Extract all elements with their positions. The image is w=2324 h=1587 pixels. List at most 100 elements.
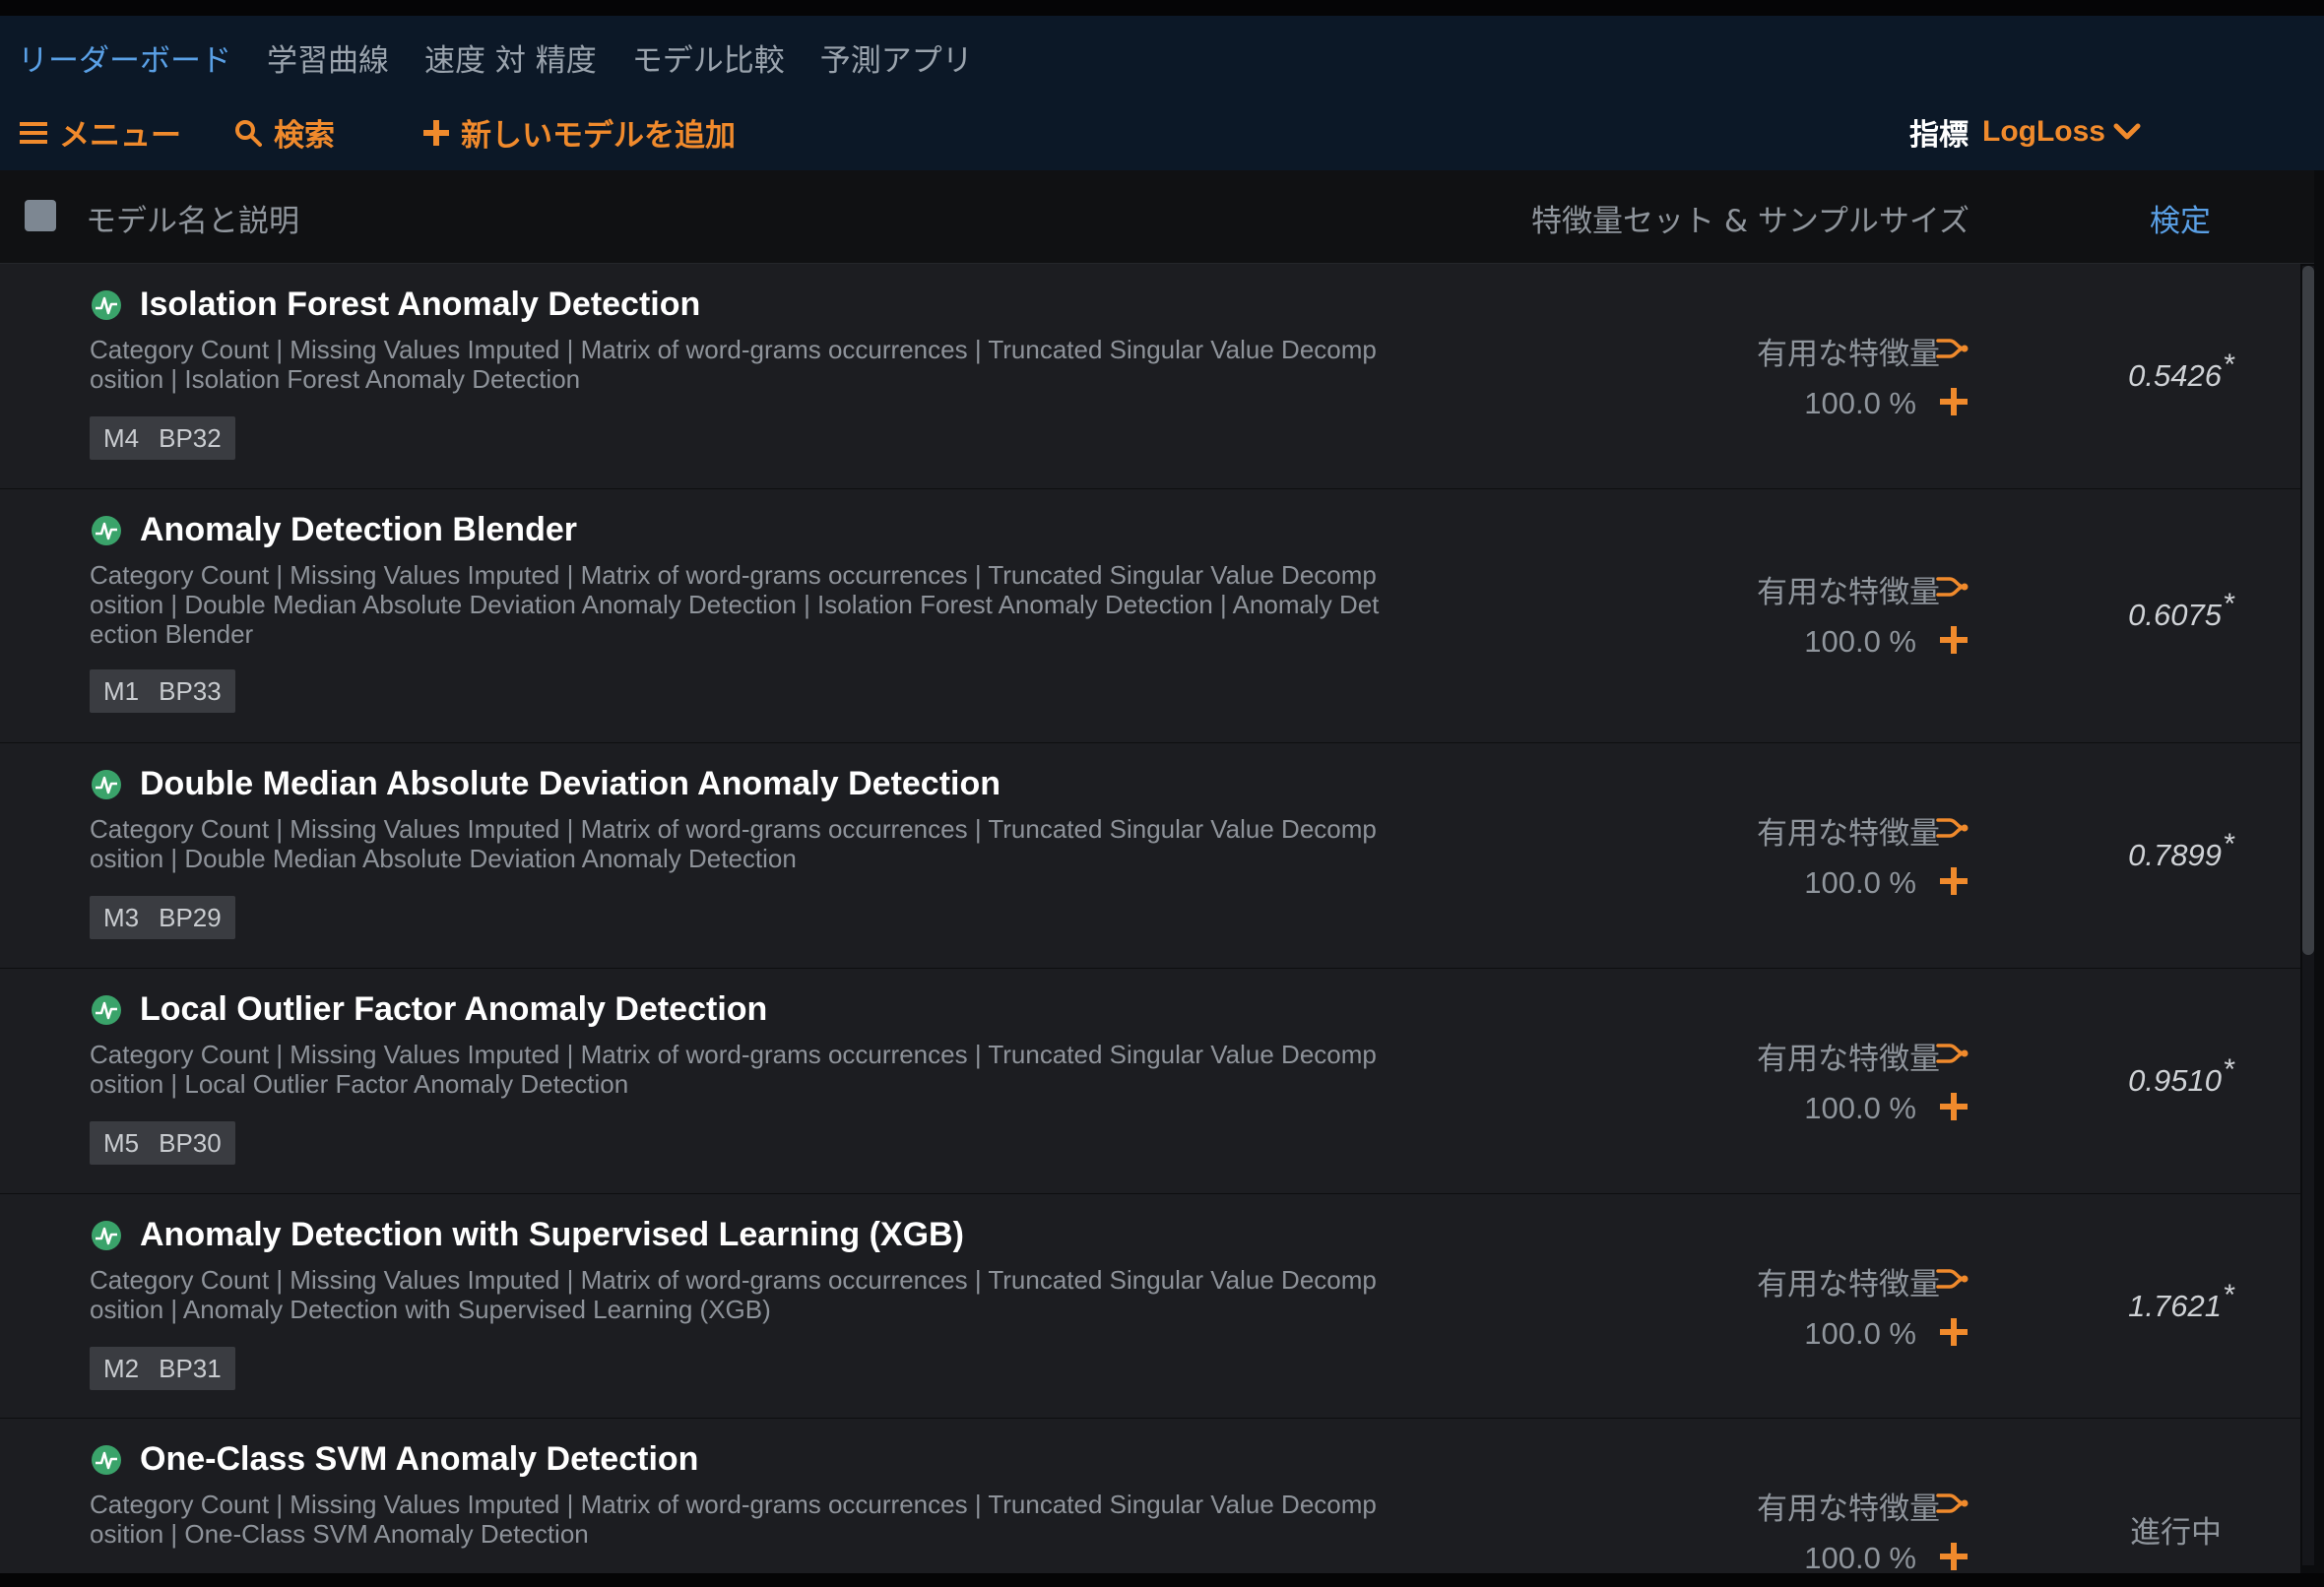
plus-icon[interactable] [1940,1543,1968,1570]
blueprint-tag: BP30 [159,1127,222,1158]
feature-set-label: 有用な特徴量 [1757,1042,1940,1077]
model-description: Category Count | Missing Values Imputed … [90,1265,1377,1324]
score-star: * [2224,349,2235,381]
select-all-checkbox[interactable] [25,200,56,231]
model-list: Isolation Forest Anomaly Detection Categ… [0,264,2300,1573]
blueprint-tag: BP32 [159,422,222,453]
model-title[interactable]: Local Outlier Factor Anomaly Detection [140,990,767,1029]
plus-icon [423,119,449,146]
model-description: Category Count | Missing Values Imputed … [90,560,1380,649]
tab-leaderboard[interactable]: リーダーボード [18,35,231,80]
tab-learning-curve[interactable]: 学習曲線 [267,35,389,80]
column-header-features[interactable]: 特徴量セット & サンプルサイズ [1531,196,1969,240]
feature-branch-icon[interactable] [1936,1040,1969,1067]
score-star: * [2224,1053,2235,1086]
sample-size: 100.0 % [1804,1091,1916,1125]
anomaly-model-icon [92,1445,121,1475]
model-id-tag: M4 [103,422,140,453]
app-header: リーダーボード 学習曲線 速度 対 精度 モデル比較 予測アプリ メニュー 検索 [0,16,2324,170]
search-button[interactable]: 検索 [234,110,335,155]
validation-score: 1.7621 [2128,1289,2222,1323]
model-description: Category Count | Missing Values Imputed … [90,814,1377,873]
model-tags: M5 BP30 [90,1121,235,1165]
validation-score: 0.9510 [2128,1063,2222,1098]
search-label: 検索 [274,118,335,154]
tab-speed-vs-accuracy[interactable]: 速度 対 精度 [424,35,597,80]
menu-label: メニュー [59,118,181,154]
metric-value: LogLoss [1982,115,2105,148]
metric-selector[interactable]: 指標 LogLoss [1909,110,2141,154]
add-model-label: 新しいモデルを追加 [461,118,736,154]
feature-set-label: 有用な特徴量 [1757,1492,1940,1527]
hamburger-icon [20,121,47,144]
training-status: 進行中 [2130,1515,2222,1551]
scrollbar-thumb[interactable] [2302,266,2314,955]
table-row[interactable]: Anomaly Detection Blender Category Count… [0,489,2300,744]
model-id-tag: M2 [103,1353,140,1383]
plus-icon[interactable] [1940,626,1968,654]
feature-branch-icon[interactable] [1936,814,1969,842]
feature-branch-icon[interactable] [1936,573,1969,601]
add-model-button[interactable]: 新しいモデルを追加 [423,110,736,155]
blueprint-tag: BP31 [159,1353,222,1383]
model-title[interactable]: Anomaly Detection with Supervised Learni… [140,1216,964,1254]
sample-size: 100.0 % [1804,386,1916,420]
anomaly-model-icon [92,516,121,545]
tab-model-comparison[interactable]: モデル比較 [632,35,785,80]
plus-icon[interactable] [1940,1093,1968,1120]
nav-tabs: リーダーボード 学習曲線 速度 対 精度 モデル比較 予測アプリ [18,35,1008,80]
chevron-down-icon [2113,123,2141,140]
column-header-name[interactable]: モデル名と説明 [86,196,299,240]
model-description: Category Count | Missing Values Imputed … [90,1040,1377,1099]
feature-branch-icon[interactable] [1936,1490,1969,1517]
table-row[interactable]: Anomaly Detection with Supervised Learni… [0,1194,2300,1420]
table-row[interactable]: Isolation Forest Anomaly Detection Categ… [0,264,2300,490]
anomaly-model-icon [92,995,121,1025]
sample-size: 100.0 % [1804,624,1916,659]
model-id-tag: M5 [103,1127,140,1158]
feature-branch-icon[interactable] [1936,335,1969,362]
scrollbar[interactable] [2302,266,2314,1565]
window-top-edge [0,0,2324,16]
score-star: * [2224,828,2235,860]
menu-button[interactable]: メニュー [20,110,181,155]
table-row[interactable]: One-Class SVM Anomaly Detection Category… [0,1419,2300,1573]
feature-set-label: 有用な特徴量 [1757,575,1940,610]
model-tags: M1 BP33 [90,669,235,713]
model-tags: M4 BP32 [90,416,235,460]
model-description: Category Count | Missing Values Imputed … [90,1490,1377,1549]
validation-score: 0.6075 [2128,598,2222,632]
tab-prediction-app[interactable]: 予測アプリ [820,35,973,80]
plus-icon[interactable] [1940,867,1968,895]
model-id-tag: M3 [103,902,140,932]
sample-size: 100.0 % [1804,1316,1916,1351]
table-header: モデル名と説明 特徴量セット & サンプルサイズ 検定 [0,170,2314,264]
toolbar: メニュー 検索 新しいモデルを追加 指標 LogLoss [18,110,2283,159]
blueprint-tag: BP29 [159,902,222,932]
plus-icon[interactable] [1940,388,1968,415]
model-title[interactable]: Isolation Forest Anomaly Detection [140,286,700,324]
table-row[interactable]: Double Median Absolute Deviation Anomaly… [0,743,2300,970]
anomaly-model-icon [92,770,121,799]
column-header-validation[interactable]: 検定 [2150,196,2211,240]
feature-set-label: 有用な特徴量 [1757,1267,1940,1302]
feature-branch-icon[interactable] [1936,1265,1969,1293]
metric-label: 指標 [1909,118,1969,153]
feature-set-label: 有用な特徴量 [1757,337,1940,372]
model-description: Category Count | Missing Values Imputed … [90,335,1377,394]
anomaly-model-icon [92,1221,121,1250]
score-star: * [2224,1279,2235,1311]
model-tags: M2 BP31 [90,1347,235,1390]
model-title[interactable]: Anomaly Detection Blender [140,511,577,549]
model-title[interactable]: One-Class SVM Anomaly Detection [140,1440,698,1479]
model-title[interactable]: Double Median Absolute Deviation Anomaly… [140,765,1001,803]
window-bottom-edge [0,1573,2324,1587]
model-id-tag: M1 [103,675,140,706]
blueprint-tag: BP33 [159,675,222,706]
score-star: * [2224,588,2235,620]
plus-icon[interactable] [1940,1318,1968,1346]
sample-size: 100.0 % [1804,865,1916,900]
sample-size: 100.0 % [1804,1541,1916,1573]
table-row[interactable]: Local Outlier Factor Anomaly Detection C… [0,969,2300,1195]
validation-score: 0.5426 [2128,358,2222,393]
